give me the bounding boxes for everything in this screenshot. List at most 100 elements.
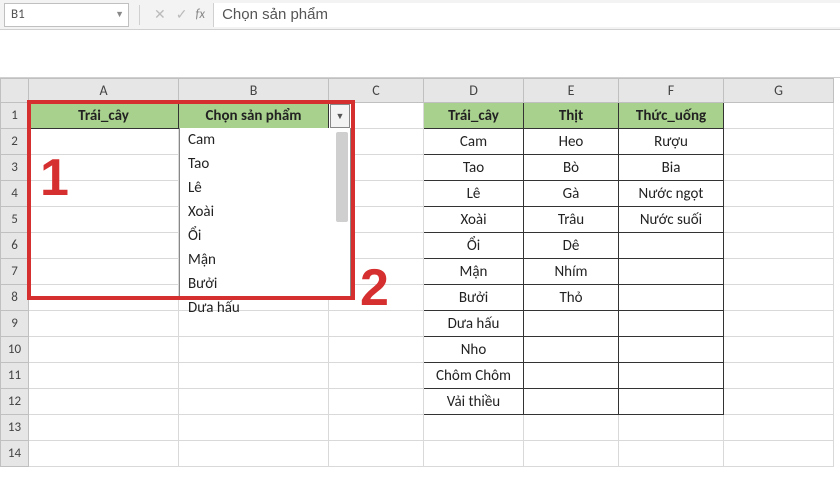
cell-A1[interactable]: Trái_cây: [29, 103, 179, 129]
cell-F13[interactable]: [619, 415, 724, 441]
validation-dropdown[interactable]: Cam Tao Lê Xoài Ổi Mận Bưởi Dưa hấu: [179, 128, 351, 298]
cell-A7[interactable]: [29, 259, 179, 285]
dropdown-option[interactable]: Cam: [180, 128, 350, 152]
cell-E13[interactable]: [524, 415, 619, 441]
col-header-E[interactable]: E: [524, 79, 619, 103]
cancel-icon[interactable]: ✕: [154, 6, 166, 23]
cell-E7[interactable]: Nhím: [524, 259, 619, 285]
col-header-G[interactable]: G: [724, 79, 834, 103]
cell-C14[interactable]: [329, 441, 424, 467]
name-box[interactable]: B1 ▼: [4, 3, 129, 27]
row-header-5[interactable]: 5: [1, 207, 29, 233]
cell-F1[interactable]: Thức_uống: [619, 103, 724, 129]
spreadsheet-grid[interactable]: A B C D E F G 1 Trái_cây Chọn sản phẩm T…: [0, 78, 840, 467]
cell-G1[interactable]: [724, 103, 834, 129]
cell-B13[interactable]: [179, 415, 329, 441]
col-header-F[interactable]: F: [619, 79, 724, 103]
cell-G9[interactable]: [724, 311, 834, 337]
cell-B1[interactable]: Chọn sản phẩm: [179, 103, 329, 129]
cell-B12[interactable]: [179, 389, 329, 415]
cell-E3[interactable]: Bò: [524, 155, 619, 181]
cell-D7[interactable]: Mận: [424, 259, 524, 285]
cell-B10[interactable]: [179, 337, 329, 363]
cell-D6[interactable]: Ổi: [424, 233, 524, 259]
dropdown-option[interactable]: Bưởi: [180, 272, 350, 296]
cell-G3[interactable]: [724, 155, 834, 181]
col-header-B[interactable]: B: [179, 79, 329, 103]
dropdown-option[interactable]: Dưa hấu: [180, 296, 350, 320]
cell-F6[interactable]: [619, 233, 724, 259]
cell-F12[interactable]: [619, 389, 724, 415]
col-header-C[interactable]: C: [329, 79, 424, 103]
cell-F2[interactable]: Rượu: [619, 129, 724, 155]
cell-F5[interactable]: Nước suối: [619, 207, 724, 233]
col-header-A[interactable]: A: [29, 79, 179, 103]
cell-G2[interactable]: [724, 129, 834, 155]
cell-E4[interactable]: Gà: [524, 181, 619, 207]
cell-D11[interactable]: Chôm Chôm: [424, 363, 524, 389]
cell-E8[interactable]: Thỏ: [524, 285, 619, 311]
cell-A10[interactable]: [29, 337, 179, 363]
cell-D3[interactable]: Tao: [424, 155, 524, 181]
row-header-8[interactable]: 8: [1, 285, 29, 311]
cell-F10[interactable]: [619, 337, 724, 363]
cell-G7[interactable]: [724, 259, 834, 285]
cell-E6[interactable]: Dê: [524, 233, 619, 259]
cell-F4[interactable]: Nước ngọt: [619, 181, 724, 207]
dropdown-option[interactable]: Lê: [180, 176, 350, 200]
row-header-2[interactable]: 2: [1, 129, 29, 155]
chevron-down-icon[interactable]: ▼: [115, 9, 124, 20]
cell-E14[interactable]: [524, 441, 619, 467]
cell-A12[interactable]: [29, 389, 179, 415]
row-header-1[interactable]: 1: [1, 103, 29, 129]
cell-D10[interactable]: Nho: [424, 337, 524, 363]
cell-A8[interactable]: [29, 285, 179, 311]
cell-D9[interactable]: Dưa hấu: [424, 311, 524, 337]
cell-C10[interactable]: [329, 337, 424, 363]
scrollbar-thumb[interactable]: [336, 132, 348, 222]
dropdown-option[interactable]: Tao: [180, 152, 350, 176]
cell-A2[interactable]: [29, 129, 179, 155]
cell-D13[interactable]: [424, 415, 524, 441]
row-header-12[interactable]: 12: [1, 389, 29, 415]
cell-F8[interactable]: [619, 285, 724, 311]
row-header-4[interactable]: 4: [1, 181, 29, 207]
cell-G4[interactable]: [724, 181, 834, 207]
cell-A6[interactable]: [29, 233, 179, 259]
cell-A14[interactable]: [29, 441, 179, 467]
cell-D14[interactable]: [424, 441, 524, 467]
cell-E10[interactable]: [524, 337, 619, 363]
cell-F9[interactable]: [619, 311, 724, 337]
cell-E9[interactable]: [524, 311, 619, 337]
cell-D1[interactable]: Trái_cây: [424, 103, 524, 129]
cell-C11[interactable]: [329, 363, 424, 389]
cell-B11[interactable]: [179, 363, 329, 389]
select-all-corner[interactable]: [1, 79, 29, 103]
dropdown-option[interactable]: Mận: [180, 248, 350, 272]
dropdown-toggle-B1[interactable]: ▼: [330, 104, 350, 128]
cell-D12[interactable]: Vải thiều: [424, 389, 524, 415]
cell-E12[interactable]: [524, 389, 619, 415]
col-header-D[interactable]: D: [424, 79, 524, 103]
cell-C12[interactable]: [329, 389, 424, 415]
cell-G5[interactable]: [724, 207, 834, 233]
cell-G12[interactable]: [724, 389, 834, 415]
cell-D2[interactable]: Cam: [424, 129, 524, 155]
cell-G11[interactable]: [724, 363, 834, 389]
cell-D8[interactable]: Bưởi: [424, 285, 524, 311]
cell-A11[interactable]: [29, 363, 179, 389]
dropdown-option[interactable]: Ổi: [180, 224, 350, 248]
cell-E2[interactable]: Heo: [524, 129, 619, 155]
cell-G14[interactable]: [724, 441, 834, 467]
row-header-14[interactable]: 14: [1, 441, 29, 467]
row-header-11[interactable]: 11: [1, 363, 29, 389]
cell-D5[interactable]: Xoài: [424, 207, 524, 233]
cell-B14[interactable]: [179, 441, 329, 467]
cell-F3[interactable]: Bia: [619, 155, 724, 181]
cell-D4[interactable]: Lê: [424, 181, 524, 207]
cell-F11[interactable]: [619, 363, 724, 389]
cell-A13[interactable]: [29, 415, 179, 441]
dropdown-option[interactable]: Xoài: [180, 200, 350, 224]
cell-F7[interactable]: [619, 259, 724, 285]
row-header-9[interactable]: 9: [1, 311, 29, 337]
